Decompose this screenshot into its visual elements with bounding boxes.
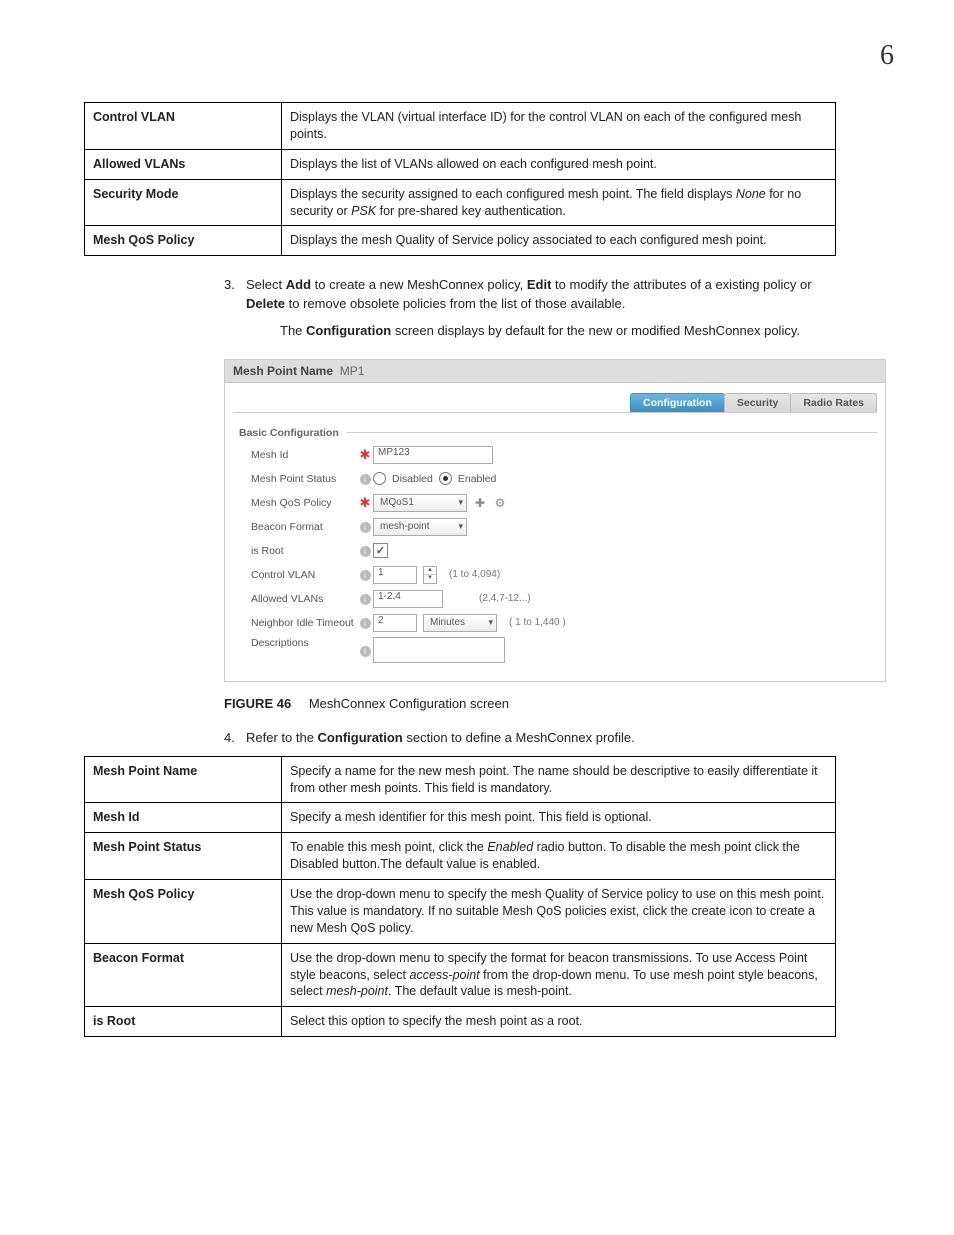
row-descriptions: Descriptions i <box>251 637 877 663</box>
cell-desc: Select this option to specify the mesh p… <box>282 1007 836 1037</box>
input-mesh-id[interactable]: MP123 <box>373 446 493 464</box>
dropdown-mesh-qos[interactable]: MQoS1 <box>373 494 467 512</box>
table-row: Control VLAN Displays the VLAN (virtual … <box>85 103 836 150</box>
table-row: Beacon Format Use the drop-down menu to … <box>85 943 836 1007</box>
row-neighbor-idle: Neighbor Idle Timeout i 2 Minutes ( 1 to… <box>251 613 877 633</box>
cell-label: Beacon Format <box>85 943 282 1007</box>
table-row: is Root Select this option to specify th… <box>85 1007 836 1037</box>
cell-label: is Root <box>85 1007 282 1037</box>
figure-title: MeshConnex Configuration screen <box>309 696 509 711</box>
table-row: Mesh QoS Policy Use the drop-down menu t… <box>85 880 836 944</box>
cell-desc: Displays the list of VLANs allowed on ea… <box>282 149 836 179</box>
table-row: Mesh Point Name Specify a name for the n… <box>85 756 836 803</box>
info-icon[interactable]: i <box>360 522 371 533</box>
step-number: 3. <box>224 276 246 314</box>
cell-desc: Specify a name for the new mesh point. T… <box>282 756 836 803</box>
step-3-sub: The Configuration screen displays by def… <box>280 322 858 341</box>
cell-label: Security Mode <box>85 179 282 226</box>
tab-security[interactable]: Security <box>724 393 791 412</box>
checkbox-is-root[interactable]: ✓ <box>373 543 388 558</box>
dropdown-neighbor-idle-unit[interactable]: Minutes <box>423 614 497 632</box>
row-mesh-id: Mesh Id ✱ MP123 <box>251 445 877 465</box>
info-icon[interactable]: i <box>360 570 371 581</box>
step-text: Refer to the Configuration section to de… <box>246 729 854 748</box>
cell-desc: Specify a mesh identifier for this mesh … <box>282 803 836 833</box>
cell-label: Mesh QoS Policy <box>85 880 282 944</box>
tab-radio-rates[interactable]: Radio Rates <box>790 393 877 412</box>
cell-label: Mesh Id <box>85 803 282 833</box>
dropdown-beacon-format[interactable]: mesh-point <box>373 518 467 536</box>
config-title-value: MP1 <box>340 364 365 378</box>
info-icon[interactable]: i <box>360 618 371 629</box>
tab-configuration[interactable]: Configuration <box>630 393 725 412</box>
info-icon[interactable]: i <box>360 646 371 657</box>
config-title-label: Mesh Point Name <box>233 364 333 378</box>
step-4: 4. Refer to the Configuration section to… <box>224 729 854 748</box>
hint-control-vlan: (1 to 4,094) <box>449 569 500 580</box>
table-row: Mesh Id Specify a mesh identifier for th… <box>85 803 836 833</box>
row-is-root: is Root i ✓ <box>251 541 877 561</box>
table-row: Security Mode Displays the security assi… <box>85 179 836 226</box>
label-disabled: Disabled <box>392 473 433 485</box>
hint-neighbor-idle: ( 1 to 1,440 ) <box>509 617 566 628</box>
table-row: Mesh Point Status To enable this mesh po… <box>85 833 836 880</box>
row-control-vlan: Control VLAN i 1 ▲▼ (1 to 4,094) <box>251 565 877 585</box>
label-mesh-qos: Mesh QoS Policy <box>251 497 357 509</box>
cell-label: Control VLAN <box>85 103 282 150</box>
row-mesh-qos-policy: Mesh QoS Policy ✱ MQoS1 ✚ ⚙ <box>251 493 877 513</box>
label-mesh-id: Mesh Id <box>251 449 357 461</box>
spinner-control-vlan[interactable]: ▲▼ <box>423 566 437 584</box>
row-allowed-vlans: Allowed VLANs i 1-2,4 (2,4,7-12...) <box>251 589 877 609</box>
table-row: Mesh QoS Policy Displays the mesh Qualit… <box>85 226 836 256</box>
info-icon[interactable]: i <box>360 546 371 557</box>
radio-enabled[interactable] <box>439 472 452 485</box>
cell-desc: Displays the VLAN (virtual interface ID)… <box>282 103 836 150</box>
label-neighbor-idle: Neighbor Idle Timeout <box>251 617 357 629</box>
config-title-bar: Mesh Point Name MP1 <box>225 360 885 383</box>
cell-desc: Displays the security assigned to each c… <box>282 179 836 226</box>
label-is-root: is Root <box>251 545 357 557</box>
label-descriptions: Descriptions <box>251 637 357 649</box>
cell-label: Mesh Point Status <box>85 833 282 880</box>
input-allowed-vlans[interactable]: 1-2,4 <box>373 590 443 608</box>
step-3: 3. Select Add to create a new MeshConnex… <box>224 276 854 314</box>
gear-icon[interactable]: ⚙ <box>493 496 507 510</box>
table-config-fields: Mesh Point Name Specify a name for the n… <box>84 756 836 1038</box>
input-control-vlan[interactable]: 1 <box>373 566 417 584</box>
cell-desc: Use the drop-down menu to specify the fo… <box>282 943 836 1007</box>
create-icon[interactable]: ✚ <box>473 496 487 510</box>
cell-label: Mesh Point Name <box>85 756 282 803</box>
cell-desc: Use the drop-down menu to specify the me… <box>282 880 836 944</box>
cell-label: Allowed VLANs <box>85 149 282 179</box>
table-row: Allowed VLANs Displays the list of VLANs… <box>85 149 836 179</box>
required-icon: ✱ <box>360 495 371 510</box>
row-beacon-format: Beacon Format i mesh-point <box>251 517 877 537</box>
label-allowed-vlans: Allowed VLANs <box>251 593 357 605</box>
info-icon[interactable]: i <box>360 594 371 605</box>
cell-label: Mesh QoS Policy <box>85 226 282 256</box>
page-number: 6 <box>60 40 894 72</box>
textarea-descriptions[interactable] <box>373 637 505 663</box>
label-mesh-point-status: Mesh Point Status <box>251 473 357 485</box>
section-basic-configuration: Basic Configuration <box>239 427 877 439</box>
label-enabled: Enabled <box>458 473 497 485</box>
row-mesh-point-status: Mesh Point Status i Disabled Enabled <box>251 469 877 489</box>
input-neighbor-idle[interactable]: 2 <box>373 614 417 632</box>
label-beacon-format: Beacon Format <box>251 521 357 533</box>
figure-caption: FIGURE 46 MeshConnex Configuration scree… <box>224 696 894 711</box>
figure-number: FIGURE 46 <box>224 696 291 711</box>
cell-desc: Displays the mesh Quality of Service pol… <box>282 226 836 256</box>
label-control-vlan: Control VLAN <box>251 569 357 581</box>
radio-disabled[interactable] <box>373 472 386 485</box>
cell-desc: To enable this mesh point, click the Ena… <box>282 833 836 880</box>
tab-bar: Configuration Security Radio Rates <box>233 393 877 413</box>
step-number: 4. <box>224 729 246 748</box>
config-screenshot: Mesh Point Name MP1 Configuration Securi… <box>224 359 886 682</box>
info-icon[interactable]: i <box>360 474 371 485</box>
required-icon: ✱ <box>360 447 371 462</box>
table-vlan-fields: Control VLAN Displays the VLAN (virtual … <box>84 102 836 256</box>
step-text: Select Add to create a new MeshConnex po… <box>246 276 854 314</box>
hint-allowed-vlans: (2,4,7-12...) <box>479 593 531 604</box>
